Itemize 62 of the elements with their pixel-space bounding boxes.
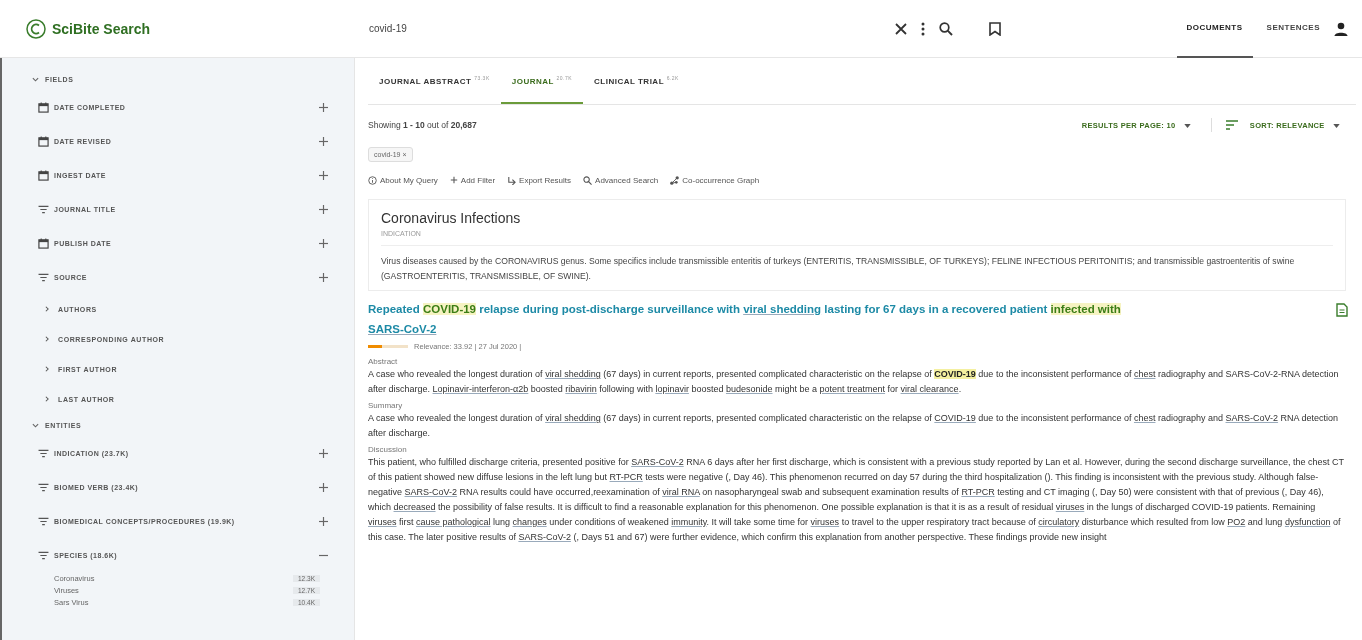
- plus-icon[interactable]: [319, 482, 328, 492]
- plus-icon[interactable]: [319, 136, 328, 146]
- caret-icon: [1333, 123, 1340, 128]
- export-icon: [507, 175, 517, 185]
- plus-icon[interactable]: [319, 448, 328, 458]
- logo-icon: [26, 18, 46, 39]
- result-tab[interactable]: JOURNAL ABSTRACT $^{73.3K}$: [368, 58, 501, 104]
- section-text: A case who revealed the longest duration of viral shedding (67 days) in current reports, presented complicated characteristic on the relapse of COVID-19 due to the inconsistent performance of chest radiography and SARS-CoV-2-RNA detection after discharge. Lopinavir-interferon-α2b boosted ribavirin following with lopinavir boosted budesonide might be a potent treatment for viral clearance.: [368, 368, 1340, 396]
- chevron-right-icon: [44, 396, 50, 402]
- action-link[interactable]: About My Query: [380, 175, 438, 185]
- search-icon[interactable]: [939, 21, 953, 36]
- section-heading: Summary: [368, 401, 404, 410]
- plus-icon[interactable]: [319, 238, 328, 248]
- plus-icon[interactable]: [319, 516, 328, 526]
- filter-icon: [38, 448, 49, 458]
- section-heading: Discussion: [368, 445, 408, 454]
- result-tab[interactable]: JOURNAL $^{20.7K}$: [500, 58, 584, 104]
- section-text: This patient, who fulfilled discharge criteria, presented positive for SARS-CoV-2 RNA 6 days after her first discharge, which is consistent with a previous study reported by Lan et al. However, during the second discharge surveillance, the chest CT of this patient showed new diffuse lesions in the left lung but RT-PCR tests were negative (, Day 46). This phenomenon recurred on day 57 during the third hospitalization (). This finding is inconsistent with the previous study. Although false-negative SARS-CoV-2 RNA results could have occurred,reexamination of viral RNA on nasopharyngeal swab and subsequent examination results of RT-PCR testing and CT imaging (, Day 50) were consistent with that of previous (, Day 46), which decreased the possibility of false results. It is difficult to find a reasonable explanation for this phenomenon. One possible explanation is that it is as a result of residual viruses in the lungs of discharged COVID-19 patients. Remaining viruses first cause pathological lung changes under conditions of weakened immunity. It will take some time for viruses to travel to the upper respiratory tract because of circulatory disturbance which resulted from low PO2 and lung dysfunction of this case. The later positive results of SARS-CoV-2 (, Days 51 and 67) were further evidence, which confirm this explanation from another perspective. These findings provide new insight: [368, 456, 1345, 544]
- graph-icon: [670, 175, 680, 185]
- plus-icon[interactable]: [319, 102, 328, 112]
- section-heading: Abstract: [368, 357, 399, 366]
- filter-icon: [38, 550, 49, 560]
- calendar-icon: [38, 101, 49, 113]
- sort-icon: [1225, 120, 1238, 130]
- caret-icon: [1183, 123, 1191, 128]
- result-title-link[interactable]: Repeated COVID-19 relapse during post-discharge surveillance with viral shedding lasting for 67 days in a recovered patient infected with SARS-CoV-2: [368, 299, 1336, 339]
- result-tab[interactable]: CLINICAL TRIAL $^{6.2K}$: [583, 58, 690, 104]
- search-icon: [583, 175, 593, 185]
- chevron-right-icon: [44, 306, 50, 312]
- chevron-down-icon[interactable]: [32, 421, 39, 429]
- close-icon[interactable]: [895, 22, 907, 35]
- plus-icon[interactable]: [319, 204, 328, 214]
- more-icon[interactable]: [921, 21, 925, 36]
- plus-icon: [449, 176, 458, 184]
- calendar-icon: [38, 237, 49, 249]
- bookmark-icon[interactable]: [989, 21, 1001, 36]
- filter-icon: [38, 516, 49, 526]
- nav-tab[interactable]: SENTENCES: [1256, 0, 1330, 58]
- calendar-icon: [38, 169, 49, 181]
- plus-icon[interactable]: [319, 272, 328, 282]
- results-count: Showing 1 - 10 out of 20,687: [368, 120, 477, 130]
- filter-icon: [38, 482, 49, 492]
- document-icon[interactable]: [1336, 303, 1348, 317]
- action-link[interactable]: Co-occurrence Graph: [682, 175, 760, 185]
- relevance-bar: [368, 344, 408, 348]
- nav-tab[interactable]: DOCUMENTS: [1176, 0, 1253, 58]
- section-text: A case who revealed the longest duration of viral shedding (67 days) in current reports, presented complicated characteristic on the relapse of COVID-19 due to the inconsistent performance of chest radiography and SARS-CoV-2 RNA detection after discharge.: [368, 412, 1340, 440]
- action-link[interactable]: Advanced Search: [595, 175, 659, 185]
- chevron-right-icon: [44, 366, 50, 372]
- action-link[interactable]: Add Filter: [460, 175, 496, 185]
- info-icon: [368, 175, 377, 185]
- concept-title: Coronavirus Infections: [381, 210, 522, 226]
- filter-icon: [38, 272, 49, 282]
- concept-description: Virus diseases caused by the CORONAVIRUS genus. Some specifics include transmissible enteritis of turkeys (ENTERITIS, TRANSMISSIBLE, OF TURKEYS); FELINE INFECTIOUS PERITONITIS; and transmissible gastroenteritis of swine (GASTROENTERITIS, TRANSMISSIBLE, OF SWINE).: [381, 255, 1296, 283]
- plus-icon[interactable]: [319, 170, 328, 180]
- action-link[interactable]: Export Results: [519, 175, 572, 185]
- user-icon[interactable]: [1334, 21, 1348, 36]
- chevron-down-icon[interactable]: [32, 75, 39, 83]
- filter-icon: [38, 204, 49, 214]
- chevron-right-icon: [44, 336, 50, 342]
- app-logo-text: SciBite Search: [52, 20, 151, 37]
- calendar-icon: [38, 135, 49, 147]
